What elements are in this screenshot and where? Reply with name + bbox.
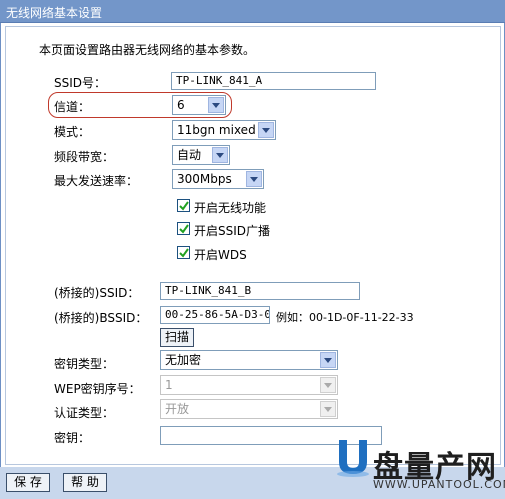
mode-value: 11bgn mixed xyxy=(177,123,256,137)
help-button[interactable]: 帮 助 xyxy=(63,473,107,492)
enable-wds-checkbox[interactable] xyxy=(177,246,190,259)
save-button[interactable]: 保 存 xyxy=(6,473,50,492)
wep-index-value: 1 xyxy=(165,378,173,392)
max-rate-select[interactable]: 300Mbps xyxy=(172,169,264,189)
chevron-down-icon xyxy=(246,171,262,187)
enable-wds-label: 开启WDS xyxy=(194,248,247,262)
channel-label: 信道： xyxy=(54,100,91,114)
key-type-value: 无加密 xyxy=(165,353,202,367)
title-bar: 无线网络基本设置 xyxy=(0,0,505,23)
window-title: 无线网络基本设置 xyxy=(6,6,103,20)
checkmark-icon xyxy=(179,248,189,258)
enable-ssid-broadcast-label: 开启SSID广播 xyxy=(194,224,271,238)
bandwidth-select[interactable]: 自动 xyxy=(172,145,230,165)
mode-select[interactable]: 11bgn mixed xyxy=(172,120,276,140)
wep-index-label: WEP密钥序号： xyxy=(54,382,141,396)
channel-value: 6 xyxy=(177,98,185,112)
bridge-ssid-input[interactable]: TP-LINK_841_B xyxy=(160,282,360,300)
bridge-ssid-label: (桥接的)SSID： xyxy=(54,286,140,300)
chevron-down-icon xyxy=(212,147,228,163)
enable-wireless-checkbox[interactable] xyxy=(177,199,190,212)
channel-select[interactable]: 6 xyxy=(172,95,226,115)
bandwidth-value: 自动 xyxy=(177,148,202,162)
checkmark-icon xyxy=(179,201,189,211)
auth-type-value: 开放 xyxy=(165,402,190,416)
chevron-down-icon xyxy=(208,97,224,113)
key-label: 密钥： xyxy=(54,431,91,445)
bridge-bssid-input[interactable]: 00-25-86-5A-D3-06 xyxy=(160,306,270,324)
brand-url: WWW.UPANTOOL.COM xyxy=(373,478,505,491)
chevron-down-icon xyxy=(258,122,274,138)
ssid-input[interactable]: TP-LINK_841_A xyxy=(171,72,376,90)
bssid-example: 例如：00-1D-0F-11-22-33 xyxy=(276,311,414,324)
chevron-down-icon xyxy=(320,352,336,368)
u-logo-icon xyxy=(337,440,369,477)
scan-button[interactable]: 扫描 xyxy=(160,328,194,347)
intro-text: 本页面设置路由器无线网络的基本参数。 xyxy=(39,43,256,57)
checkmark-icon xyxy=(179,224,189,234)
auth-type-select[interactable]: 开放 xyxy=(160,399,338,419)
max-rate-value: 300Mbps xyxy=(177,172,232,186)
bridge-bssid-label: (桥接的)BSSID： xyxy=(54,311,148,325)
max-rate-label: 最大发送速率： xyxy=(54,174,139,188)
enable-wireless-label: 开启无线功能 xyxy=(194,201,267,215)
auth-type-label: 认证类型： xyxy=(54,406,115,420)
mode-label: 模式： xyxy=(54,125,91,139)
ssid-label: SSID号： xyxy=(54,76,107,90)
chevron-down-icon xyxy=(320,401,336,417)
wep-index-select[interactable]: 1 xyxy=(160,375,338,395)
bandwidth-label: 频段带宽： xyxy=(54,150,115,164)
key-type-select[interactable]: 无加密 xyxy=(160,350,338,370)
watermark-logo: 盘量产网 WWW.UPANTOOL.COM xyxy=(333,438,505,498)
enable-ssid-broadcast-checkbox[interactable] xyxy=(177,222,190,235)
key-type-label: 密钥类型： xyxy=(54,357,115,371)
chevron-down-icon xyxy=(320,377,336,393)
